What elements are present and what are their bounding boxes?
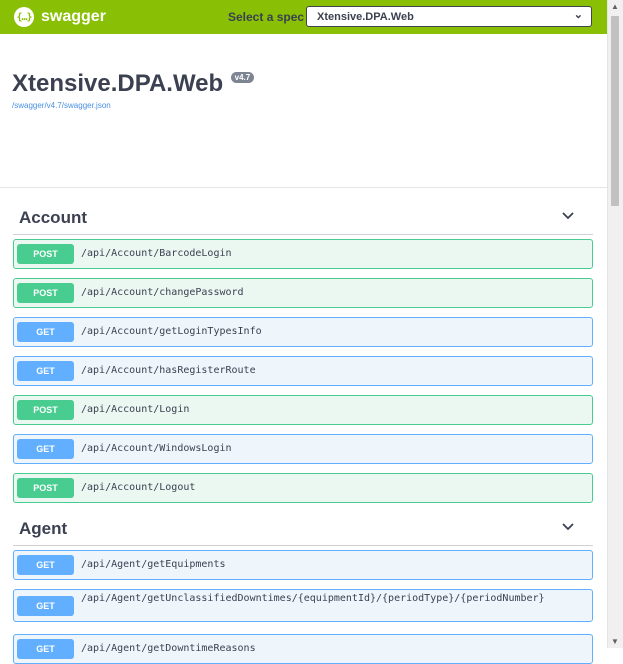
operation-agent-get-equipments[interactable]: GET /api/Agent/getEquipments <box>13 550 593 580</box>
info-divider <box>0 187 607 188</box>
swagger-logo-icon: {…} <box>14 7 34 27</box>
operation-agent-get-downtime-reasons[interactable]: GET /api/Agent/getDowntimeReasons <box>13 634 593 664</box>
swagger-logo[interactable]: {…} swagger <box>14 7 106 27</box>
operation-path: /api/Agent/getEquipments <box>81 559 226 570</box>
chevron-down-icon <box>562 212 574 220</box>
operation-path: /api/Agent/getUnclassifiedDowntimes/{equ… <box>81 593 545 604</box>
version-badge: v4.7 <box>230 72 255 83</box>
chevron-down-icon: ⌄ <box>573 9 583 21</box>
method-badge: POST <box>17 244 74 264</box>
vertical-scrollbar[interactable]: ▲ ▼ <box>607 0 623 648</box>
operation-account-change-password[interactable]: POST /api/Account/changePassword <box>13 278 593 308</box>
method-badge: GET <box>17 596 74 616</box>
operation-path: /api/Account/WindowsLogin <box>81 443 232 454</box>
method-badge: GET <box>17 361 74 381</box>
scroll-down-arrow-icon[interactable]: ▼ <box>611 637 619 646</box>
operation-path: /api/Agent/getDowntimeReasons <box>81 643 256 654</box>
operation-path: /api/Account/getLoginTypesInfo <box>81 326 262 337</box>
section-title: Agent <box>19 519 68 538</box>
method-badge: POST <box>17 283 74 303</box>
method-badge: GET <box>17 555 74 575</box>
operation-path: /api/Account/Logout <box>81 482 196 493</box>
scroll-up-arrow-icon[interactable]: ▲ <box>611 2 619 11</box>
operation-path: /api/Account/BarcodeLogin <box>81 248 232 259</box>
operation-account-barcode-login[interactable]: POST /api/Account/BarcodeLogin <box>13 239 593 269</box>
api-title: Xtensive.DPA.Web <box>12 70 224 97</box>
section-header-account[interactable]: Account <box>13 208 593 235</box>
operation-path: /api/Account/changePassword <box>81 287 244 298</box>
spec-url-link[interactable]: /swagger/v4.7/swagger.json <box>12 101 254 110</box>
method-badge: GET <box>17 322 74 342</box>
method-badge: GET <box>17 639 74 659</box>
swagger-logo-text: swagger <box>41 8 106 25</box>
top-bar: {…} swagger Select a spec Xtensive.DPA.W… <box>0 0 607 34</box>
select-spec-label: Select a spec <box>228 10 305 24</box>
operation-path: /api/Account/Login <box>81 404 190 415</box>
section-header-agent[interactable]: Agent <box>13 519 593 546</box>
operation-account-windows-login[interactable]: GET /api/Account/WindowsLogin <box>13 434 593 464</box>
method-badge: POST <box>17 400 74 420</box>
operation-account-get-login-types-info[interactable]: GET /api/Account/getLoginTypesInfo <box>13 317 593 347</box>
spec-select-value: Xtensive.DPA.Web <box>317 11 414 23</box>
chevron-down-icon <box>562 523 574 531</box>
operation-path: /api/Account/hasRegisterRoute <box>81 365 256 376</box>
section-title: Account <box>19 208 87 227</box>
operation-account-logout[interactable]: POST /api/Account/Logout <box>13 473 593 503</box>
spec-select[interactable]: Xtensive.DPA.Web ⌄ <box>306 6 592 27</box>
operation-account-login[interactable]: POST /api/Account/Login <box>13 395 593 425</box>
api-info: Xtensive.DPA.Web v4.7 /swagger/v4.7/swag… <box>12 70 255 110</box>
method-badge: GET <box>17 439 74 459</box>
method-badge: POST <box>17 478 74 498</box>
operation-agent-get-unclassified-downtimes[interactable]: GET /api/Agent/getUnclassifiedDowntimes/… <box>13 589 593 622</box>
scrollbar-thumb[interactable] <box>611 16 619 206</box>
operation-account-has-register-route[interactable]: GET /api/Account/hasRegisterRoute <box>13 356 593 386</box>
